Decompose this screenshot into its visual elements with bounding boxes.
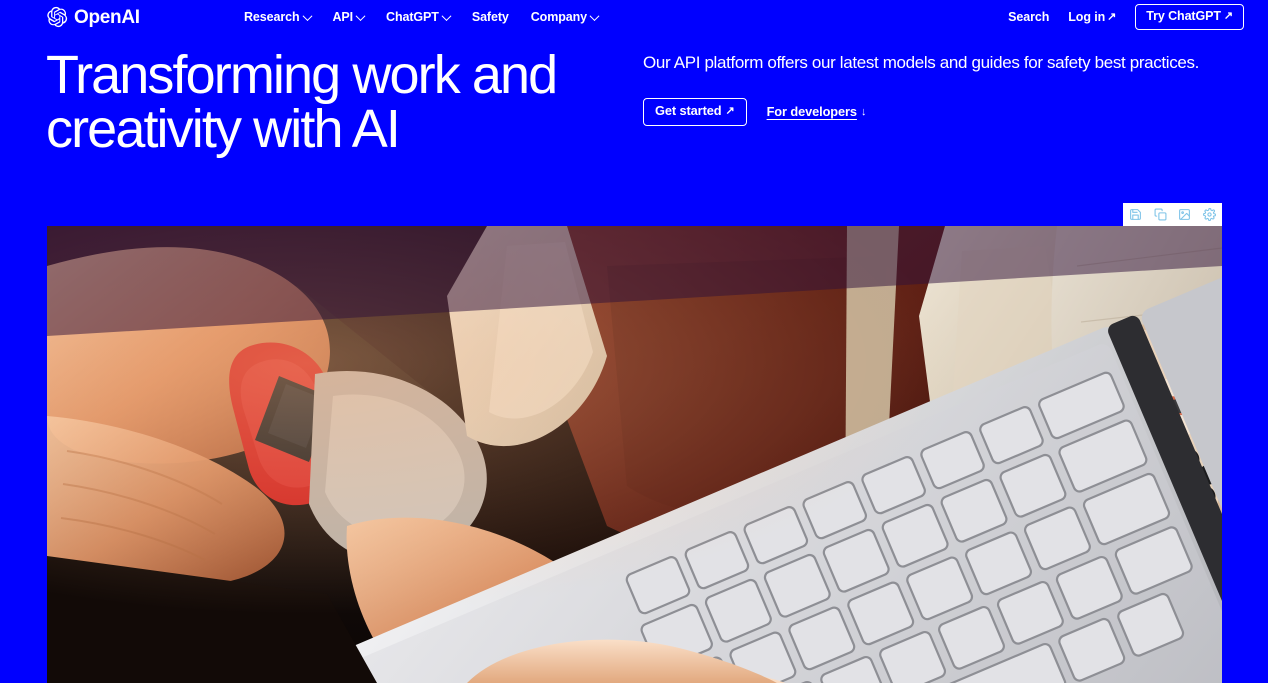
chevron-down-icon (441, 10, 452, 21)
try-chatgpt-label: Try ChatGPT (1146, 9, 1221, 24)
copy-icon[interactable] (1149, 205, 1171, 225)
search-label: Search (1008, 9, 1050, 24)
chevron-down-icon (355, 10, 366, 21)
nav-item-label: Company (530, 9, 588, 24)
arrow-up-right-icon: ↗ (725, 105, 735, 118)
nav-item-label: Safety (471, 9, 509, 24)
get-started-label: Get started (655, 103, 722, 119)
nav-item-label: ChatGPT (386, 9, 439, 24)
hero-section: Transforming work and creativity with AI… (0, 42, 1268, 212)
for-developers-link[interactable]: For developers ↓ (766, 103, 867, 119)
hero-action-group: Get started ↗ For developers ↓ (643, 98, 1223, 127)
get-started-button[interactable]: Get started ↗ (643, 98, 747, 127)
brand-logo-link[interactable]: OpenAI (46, 6, 140, 28)
arrow-up-right-icon: ↗ (1223, 10, 1233, 22)
top-navigation-bar: OpenAI Research API ChatGPT Safety Compa… (0, 0, 1268, 34)
image-icon[interactable] (1174, 205, 1196, 225)
nav-item-api[interactable]: API (332, 9, 366, 24)
page-title: Transforming work and creativity with AI (46, 48, 646, 156)
hero-title-line-1: Transforming work and (46, 45, 558, 105)
arrow-up-right-icon: ↗ (1107, 10, 1117, 23)
gear-icon[interactable] (1199, 205, 1221, 225)
login-label: Log in (1068, 9, 1106, 24)
nav-item-research[interactable]: Research (244, 9, 312, 24)
image-overlay-toolbar (1123, 203, 1222, 226)
hero-image (47, 226, 1222, 683)
hero-photo-illustration (47, 226, 1222, 683)
nav-item-label: Research (244, 9, 300, 24)
arrow-down-icon: ↓ (860, 105, 867, 118)
nav-item-label: API (332, 9, 354, 24)
nav-utility-group: Search Log in ↗ Try ChatGPT ↗ (1008, 4, 1244, 30)
hero-secondary-column: Our API platform offers our latest model… (643, 52, 1223, 127)
nav-item-chatgpt[interactable]: ChatGPT (386, 9, 452, 24)
chevron-down-icon (589, 10, 600, 21)
brand-name: OpenAI (74, 6, 140, 28)
save-icon[interactable] (1124, 205, 1146, 225)
try-chatgpt-button[interactable]: Try ChatGPT ↗ (1135, 4, 1244, 30)
for-developers-label: For developers (766, 103, 857, 119)
nav-item-company[interactable]: Company (530, 9, 600, 24)
nav-item-safety[interactable]: Safety (472, 11, 509, 24)
search-button[interactable]: Search (1008, 11, 1049, 24)
hero-title-line-2: creativity with AI (46, 99, 401, 159)
openai-logo-icon (46, 6, 68, 28)
hero-subtitle: Our API platform offers our latest model… (643, 53, 1199, 72)
chevron-down-icon (302, 10, 312, 21)
primary-nav-menu: Research API ChatGPT Safety Company (244, 9, 600, 24)
login-link[interactable]: Log in ↗ (1068, 11, 1116, 24)
